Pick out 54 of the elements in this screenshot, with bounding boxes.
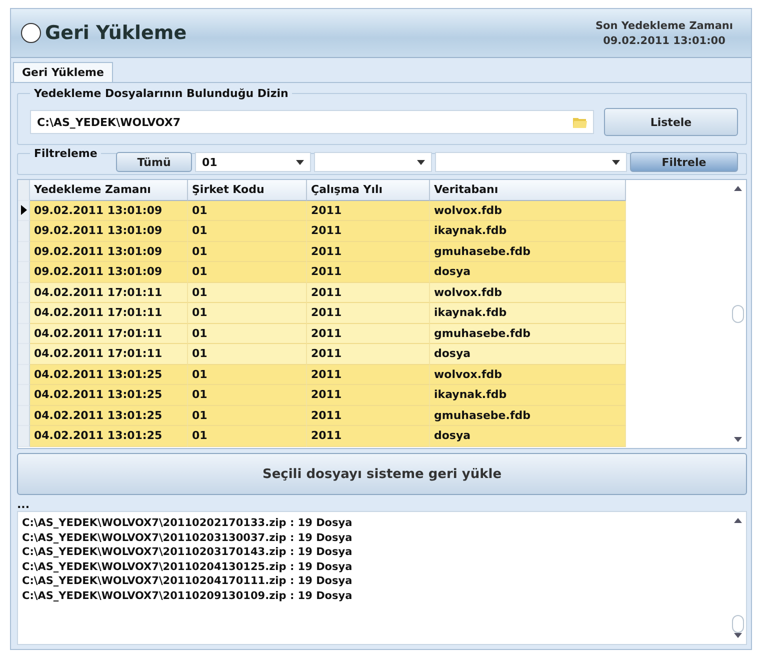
scroll-thumb[interactable] bbox=[732, 615, 744, 633]
restore-button[interactable]: Seçili dosyayı sisteme geri yükle bbox=[17, 453, 747, 495]
row-pointer-icon bbox=[20, 205, 26, 216]
table-row[interactable]: 04.02.2011 17:01:11 01 2011 ikaynak.fdb bbox=[30, 303, 626, 324]
table-row[interactable]: 04.02.2011 13:01:25 01 2011 gmuhasebe.fdb bbox=[30, 406, 626, 426]
table-row[interactable]: 04.02.2011 13:01:25 01 2011 wolvox.fdb bbox=[30, 364, 626, 385]
row-header[interactable] bbox=[18, 200, 30, 221]
log-line: C:\AS_YEDEK\WOLVOX7\20110204170111.zip : 19 Dosya bbox=[22, 574, 352, 588]
grid-corner bbox=[18, 180, 30, 200]
dropdown[interactable]: 01 bbox=[195, 152, 311, 172]
window-title: Geri Yükleme bbox=[45, 22, 187, 44]
table-cell: 2011 bbox=[307, 426, 430, 446]
circle-icon bbox=[21, 23, 41, 43]
table-cell: dosya bbox=[430, 426, 626, 446]
table-row[interactable]: 09.02.2011 13:01:09 01 2011 dosya bbox=[30, 262, 626, 282]
caret-icon bbox=[296, 160, 304, 164]
log-line: C:\AS_YEDEK\WOLVOX7\20110202170133.zip : 19 Dosya bbox=[22, 516, 352, 530]
log-line: C:\AS_YEDEK\WOLVOX7\20110203170143.zip : 19 Dosya bbox=[22, 545, 352, 560]
caret-icon bbox=[417, 160, 425, 164]
path-field[interactable]: C:\AS_YEDEK\WOLVOX7 bbox=[30, 110, 594, 134]
group-title: Filtreleme bbox=[33, 147, 98, 160]
table-cell: 04.02.2011 13:01:25 bbox=[30, 426, 188, 446]
folder-icon[interactable] bbox=[573, 116, 587, 128]
table-row[interactable]: 09.02.2011 13:01:09 01 2011 wolvox.fdb bbox=[30, 200, 626, 221]
log-line: C:\AS_YEDEK\WOLVOX7\20110204130125.zip : 19 Dosya bbox=[22, 560, 352, 574]
log-caption: ... bbox=[17, 501, 31, 509]
table-row[interactable]: 04.02.2011 17:01:11 01 2011 gmuhasebe.fdb bbox=[30, 324, 626, 344]
scroll-down-icon[interactable] bbox=[734, 437, 742, 442]
column-header[interactable]: Veritabanı bbox=[430, 180, 626, 200]
filter-button[interactable]: Filtrele bbox=[630, 152, 738, 172]
scroll-thumb[interactable] bbox=[732, 305, 744, 323]
table-row[interactable]: 04.02.2011 17:01:11 01 2011 wolvox.fdb bbox=[30, 282, 626, 303]
last-backup-time: 09.02.2011 13:01:00 bbox=[603, 34, 726, 46]
log-line: C:\AS_YEDEK\WOLVOX7\20110209130109.zip : 19 Dosya bbox=[22, 588, 352, 603]
group-title: Yedekleme Dosyalarının Bulunduğu Dizin bbox=[33, 87, 290, 100]
scroll-up-icon[interactable] bbox=[734, 186, 742, 191]
table-row[interactable]: 09.02.2011 13:01:09 01 2011 ikaynak.fdb bbox=[30, 221, 626, 242]
tab[interactable]: Geri Yükleme bbox=[13, 62, 113, 82]
table-row[interactable]: 04.02.2011 13:01:25 01 2011 ikaynak.fdb bbox=[30, 385, 626, 406]
all-button[interactable]: Tümü bbox=[116, 152, 192, 172]
log-line: C:\AS_YEDEK\WOLVOX7\20110203130037.zip : 19 Dosya bbox=[22, 530, 352, 545]
dropdown[interactable] bbox=[435, 152, 627, 172]
column-header[interactable]: Çalışma Yılı bbox=[307, 180, 430, 200]
list-button[interactable]: Listele bbox=[604, 108, 738, 136]
table-row[interactable]: 04.02.2011 17:01:11 01 2011 dosya bbox=[30, 344, 626, 364]
scroll-up-icon[interactable] bbox=[734, 518, 742, 523]
caret-icon bbox=[612, 160, 620, 164]
column-header[interactable]: Şirket Kodu bbox=[188, 180, 307, 200]
table-row[interactable]: 09.02.2011 13:01:09 01 2011 gmuhasebe.fdb bbox=[30, 242, 626, 262]
table-cell: 01 bbox=[188, 426, 307, 446]
last-backup-label: Son Yedekleme Zamanı bbox=[595, 20, 733, 32]
column-header[interactable]: Yedekleme Zamanı bbox=[30, 180, 188, 200]
table-row[interactable]: 04.02.2011 13:01:25 01 2011 dosya bbox=[30, 426, 626, 446]
dropdown[interactable] bbox=[314, 152, 432, 172]
